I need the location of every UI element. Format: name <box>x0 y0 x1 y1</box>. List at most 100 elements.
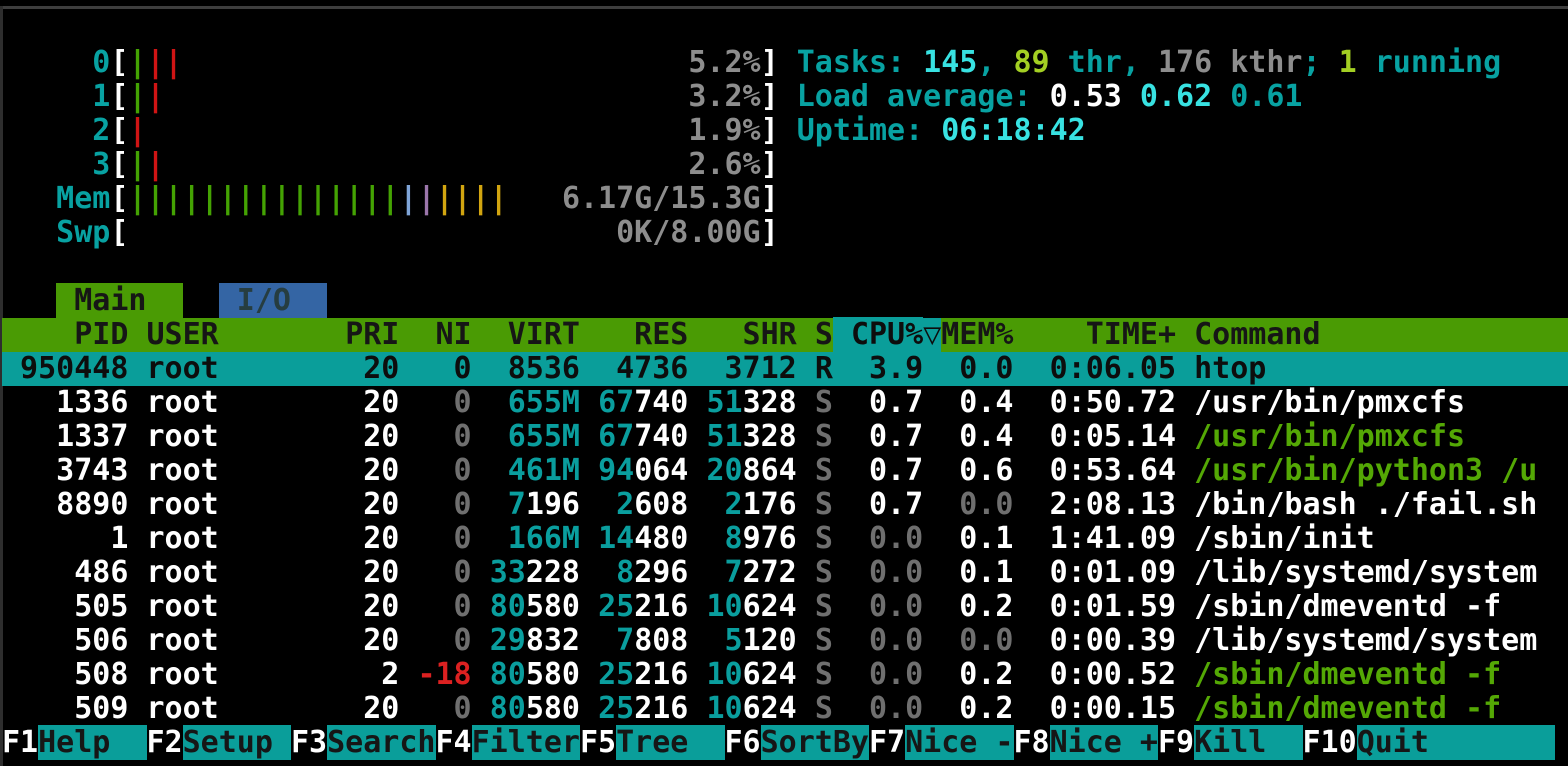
column-header-virt[interactable]: VIRT <box>490 317 580 352</box>
red-meter-bar: | <box>147 147 165 182</box>
cell-time: 0:50.72 <box>1032 385 1177 420</box>
cell-user: root <box>147 623 328 658</box>
tab-main[interactable]: Main <box>56 283 182 318</box>
cell-shr: 176 <box>743 487 797 522</box>
spacer <box>472 385 490 420</box>
meter-value-cpu-3: 2.6% <box>688 147 760 182</box>
spacer <box>797 419 815 454</box>
fkey-label-F4[interactable]: Filter <box>472 725 580 760</box>
spacer <box>327 657 345 692</box>
spacer <box>580 589 598 624</box>
cell-virt: 7 <box>508 487 526 522</box>
spacer <box>923 487 941 522</box>
cell-time: 0:53.64 <box>1032 453 1177 488</box>
spacer <box>327 385 345 420</box>
process-row-508[interactable]: 508 root 2 -18 80580 25216 10624 S 0.0 0… <box>2 658 1568 692</box>
column-header-pid[interactable]: PID <box>2 317 128 352</box>
column-header-user[interactable]: USER <box>147 317 328 352</box>
cell-s: S <box>815 657 833 692</box>
fkey-label-F10[interactable]: Quit <box>1357 725 1556 760</box>
spacer <box>399 623 417 658</box>
column-header-pri[interactable]: PRI <box>345 317 399 352</box>
meter-fill <box>183 45 689 80</box>
spacer <box>1014 521 1032 556</box>
spacer <box>128 351 146 386</box>
fkey-label-F5[interactable]: Tree <box>616 725 724 760</box>
fkey-key-F6[interactable]: F6 <box>725 725 761 760</box>
tasks-info-segment: , <box>977 45 1013 80</box>
column-header-shr[interactable]: SHR <box>706 317 796 352</box>
process-row-1336[interactable]: 1336 root 20 0 655M 67740 51328 S 0.7 0.… <box>2 386 1568 420</box>
cell-virt: 80 <box>490 589 526 624</box>
process-row-1[interactable]: 1 root 20 0 166M 14480 8976 S 0.0 0.1 1:… <box>2 522 1568 556</box>
cell-s: S <box>815 555 833 590</box>
fkey-key-F10[interactable]: F10 <box>1303 725 1357 760</box>
column-header-ni[interactable]: NI <box>417 317 471 352</box>
spacer <box>128 555 146 590</box>
fkey-key-F3[interactable]: F3 <box>291 725 327 760</box>
column-header-s[interactable]: S <box>815 317 833 352</box>
function-key-bar: F1Help F2Setup F3SearchF4FilterF5Tree F6… <box>2 726 1568 760</box>
fkey-label-F1[interactable]: Help <box>38 725 146 760</box>
process-row-1337[interactable]: 1337 root 20 0 655M 67740 51328 S 0.7 0.… <box>2 420 1568 454</box>
column-header-res[interactable]: RES <box>598 317 688 352</box>
process-row-8890[interactable]: 8890 root 20 0 7196 2608 2176 S 0.7 0.0 … <box>2 488 1568 522</box>
cell-res: 94 <box>598 453 634 488</box>
process-row-3743[interactable]: 3743 root 20 0 461M 94064 20864 S 0.7 0.… <box>2 454 1568 488</box>
meter-value-swap: 0K/8.00G <box>616 215 761 250</box>
spacer <box>128 589 146 624</box>
column-header-cpu[interactable]: CPU% <box>851 317 923 352</box>
cell-time: 0:05.14 <box>1032 419 1177 454</box>
table-header-row: PID USER PRI NI VIRT RES SHR S CPU%▽MEM%… <box>2 318 1568 352</box>
spacer <box>833 351 851 386</box>
fkey-key-F1[interactable]: F1 <box>2 725 38 760</box>
meter-fill <box>128 215 616 250</box>
cell-res: 216 <box>634 691 688 726</box>
cell-pid: 1337 <box>2 419 128 454</box>
fkey-key-F2[interactable]: F2 <box>147 725 183 760</box>
fkey-key-F5[interactable]: F5 <box>580 725 616 760</box>
fkey-key-F9[interactable]: F9 <box>1158 725 1194 760</box>
column-header-cmd[interactable]: Command <box>1194 317 1320 352</box>
spacer <box>833 453 851 488</box>
red-meter-bar: || <box>147 45 183 80</box>
spacer <box>923 351 941 386</box>
cell-virt: 580 <box>526 657 580 692</box>
fkey-label-F2[interactable]: Setup <box>183 725 291 760</box>
spacer <box>490 521 508 556</box>
cell-res: 7 <box>616 623 634 658</box>
meter-label-cpu-1: 1 <box>2 79 110 114</box>
spacer <box>688 487 706 522</box>
column-header-mem[interactable]: MEM% <box>941 317 1013 352</box>
cell-s: S <box>815 385 833 420</box>
spacer <box>1014 453 1032 488</box>
tab-io[interactable]: I/O <box>219 283 327 318</box>
cell-mem: 0.6 <box>941 453 1013 488</box>
green-meter-bar: | <box>128 45 146 80</box>
fkey-label-F6[interactable]: SortBy <box>761 725 869 760</box>
process-row-950448[interactable]: 950448 root 20 0 8536 4736 3712 R 3.9 0.… <box>2 352 1568 386</box>
cell-mem: 0.0 <box>941 623 1013 658</box>
spacer <box>128 691 146 726</box>
cell-res: 25 <box>598 691 634 726</box>
spacer <box>1014 657 1032 692</box>
meter-open-bracket: [ <box>110 147 128 182</box>
cell-shr: 976 <box>743 521 797 556</box>
fkey-label-F7[interactable]: Nice - <box>905 725 1013 760</box>
process-row-509[interactable]: 509 root 20 0 80580 25216 10624 S 0.0 0.… <box>2 692 1568 726</box>
fkey-label-F8[interactable]: Nice + <box>1050 725 1158 760</box>
fkey-label-F3[interactable]: Search <box>327 725 435 760</box>
process-row-506[interactable]: 506 root 20 0 29832 7808 5120 S 0.0 0.0 … <box>2 624 1568 658</box>
process-row-505[interactable]: 505 root 20 0 80580 25216 10624 S 0.0 0.… <box>2 590 1568 624</box>
fkey-label-F9[interactable]: Kill <box>1194 725 1302 760</box>
spacer <box>580 521 598 556</box>
cell-res: 740 <box>634 385 688 420</box>
fkey-key-F7[interactable]: F7 <box>869 725 905 760</box>
spacer <box>706 555 724 590</box>
column-header-time[interactable]: TIME+ <box>1032 317 1177 352</box>
spacer <box>580 385 598 420</box>
cell-shr: 2 <box>725 487 743 522</box>
fkey-key-F4[interactable]: F4 <box>436 725 472 760</box>
fkey-key-F8[interactable]: F8 <box>1014 725 1050 760</box>
process-row-486[interactable]: 486 root 20 0 33228 8296 7272 S 0.0 0.1 … <box>2 556 1568 590</box>
